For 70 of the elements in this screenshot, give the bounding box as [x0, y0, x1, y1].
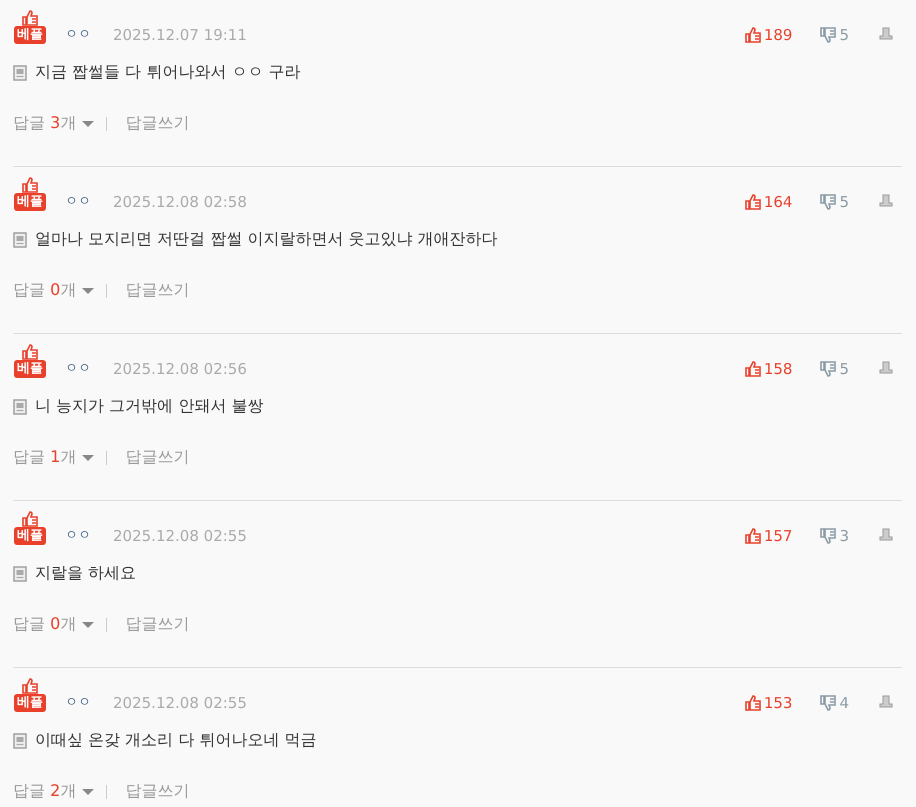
comment-text: 니 능지가 그거밖에 안돼서 불쌍: [35, 396, 264, 417]
thumbs-up-icon: [22, 344, 38, 360]
write-reply-link[interactable]: 답글쓰기: [125, 781, 190, 802]
document-icon: [13, 64, 27, 80]
thumbs-up-icon: [744, 695, 761, 711]
thumbs-up-icon: [22, 10, 38, 26]
best-badge: 베플: [14, 360, 46, 378]
reply-count-button[interactable]: 답글 2개: [13, 781, 76, 802]
best-badge: 베플: [14, 527, 46, 545]
comment-text: 지랄을 하세요: [35, 563, 136, 584]
report-icon[interactable]: [879, 528, 893, 542]
reply-count-button[interactable]: 답글 1개: [13, 447, 76, 468]
thumbs-down-icon: [820, 695, 836, 711]
caret-icon[interactable]: [82, 286, 94, 294]
comment-date: 2025.12.08 02:55: [113, 694, 247, 712]
write-reply-link[interactable]: 답글쓰기: [125, 280, 190, 301]
dislike-button[interactable]: 5: [820, 193, 849, 211]
report-icon[interactable]: [879, 695, 893, 709]
document-icon: [13, 398, 27, 414]
document-icon: [13, 232, 27, 248]
write-reply-link[interactable]: 답글쓰기: [125, 614, 190, 635]
comment-text: 지금 짭썰들 다 튀어나와서 ㅇㅇ 구라: [35, 62, 300, 83]
write-reply-link[interactable]: 답글쓰기: [125, 113, 190, 134]
best-badge: 베플: [14, 193, 46, 211]
dislike-button[interactable]: 4: [820, 694, 849, 712]
document-icon: [13, 732, 27, 748]
caret-icon[interactable]: [82, 454, 94, 462]
report-icon[interactable]: [879, 194, 893, 208]
comment-date: 2025.12.07 19:11: [113, 26, 247, 44]
thumbs-down-icon: [820, 194, 836, 210]
caret-icon[interactable]: [82, 120, 94, 128]
like-button[interactable]: 189: [744, 26, 792, 44]
caret-icon[interactable]: [82, 788, 94, 796]
author-name: ㅇㅇ: [65, 527, 91, 544]
reply-count-button[interactable]: 답글 3개: [13, 113, 76, 134]
best-badge: 베플: [14, 26, 46, 44]
comment-date: 2025.12.08 02:56: [113, 360, 247, 378]
reply-count-button[interactable]: 답글 0개: [13, 280, 76, 301]
dislike-button[interactable]: 5: [820, 26, 849, 44]
write-reply-link[interactable]: 답글쓰기: [125, 447, 190, 468]
thumbs-up-icon: [744, 528, 761, 544]
thumbs-down-icon: [820, 27, 836, 43]
thumbs-up-icon: [744, 361, 761, 377]
dislike-button[interactable]: 5: [820, 360, 849, 378]
dislike-button[interactable]: 3: [820, 527, 849, 545]
caret-icon[interactable]: [82, 620, 94, 628]
thumbs-down-icon: [820, 528, 836, 544]
thumbs-down-icon: [820, 361, 836, 377]
best-badge: 베플: [14, 694, 46, 712]
like-button[interactable]: 164: [744, 193, 792, 211]
author-name: ㅇㅇ: [65, 193, 91, 210]
author-name: ㅇㅇ: [65, 360, 91, 377]
thumbs-up-icon: [22, 511, 38, 527]
like-button[interactable]: 157: [744, 527, 792, 545]
document-icon: [13, 566, 27, 582]
like-button[interactable]: 153: [744, 694, 792, 712]
comment-date: 2025.12.08 02:58: [113, 193, 247, 211]
like-button[interactable]: 158: [744, 360, 792, 378]
author-name: ㅇㅇ: [65, 26, 91, 43]
thumbs-up-icon: [22, 678, 38, 694]
report-icon[interactable]: [879, 27, 893, 41]
thumbs-up-icon: [744, 27, 761, 43]
author-name: ㅇㅇ: [65, 694, 91, 711]
thumbs-up-icon: [744, 194, 761, 210]
comment-text: 얼마나 모지리면 저딴걸 짭썰 이지랄하면서 웃고있냐 개애잔하다: [35, 229, 498, 250]
comment-date: 2025.12.08 02:55: [113, 527, 247, 545]
report-icon[interactable]: [879, 361, 893, 375]
thumbs-up-icon: [22, 177, 38, 193]
comment-text: 이때싶 온갖 개소리 다 튀어나오네 먹금: [35, 730, 316, 751]
reply-count-button[interactable]: 답글 0개: [13, 614, 76, 635]
